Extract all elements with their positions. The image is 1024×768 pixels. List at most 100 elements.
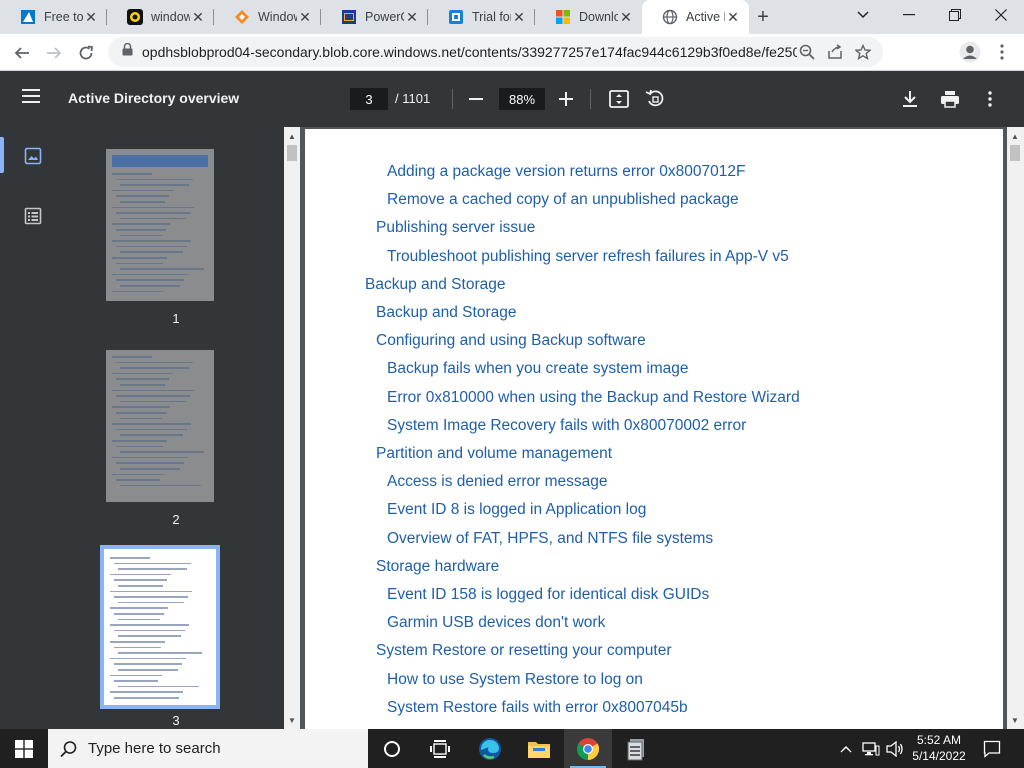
scroll-thumb[interactable] xyxy=(287,145,297,161)
thumbnail-text-line xyxy=(112,173,152,175)
zoom-in-button[interactable] xyxy=(552,88,580,110)
toc-link[interactable]: Storage hardware xyxy=(376,558,499,576)
scroll-up-arrow-icon[interactable]: ▲ xyxy=(284,129,300,143)
browser-tab[interactable]: PowerC ✕ xyxy=(321,0,428,34)
task-view-button[interactable] xyxy=(416,729,464,768)
thumbnail-text-line xyxy=(120,285,180,287)
toc-link[interactable]: Remove a cached copy of an unpublished p… xyxy=(387,191,739,209)
thumbnail-text-line xyxy=(116,445,163,448)
start-button[interactable] xyxy=(0,729,48,768)
toc-link[interactable]: Error 0x810000 when using the Backup and… xyxy=(387,389,800,407)
print-button[interactable] xyxy=(938,87,962,111)
close-tab-icon[interactable]: ✕ xyxy=(190,9,206,26)
toc-link[interactable]: Access is denied error message xyxy=(387,473,608,491)
zoom-icon[interactable] xyxy=(797,42,817,62)
share-icon[interactable] xyxy=(825,42,845,62)
zoom-level-input[interactable]: 88% xyxy=(499,88,545,110)
show-hidden-icons-button[interactable] xyxy=(836,729,856,768)
browser-tab-active[interactable]: Active D ✕ xyxy=(642,0,749,34)
app-taskbar-button[interactable] xyxy=(613,729,661,768)
thumbnail-text-line xyxy=(112,440,167,442)
toc-link[interactable]: Garmin USB devices don't work xyxy=(387,614,605,632)
close-tab-icon[interactable]: ✕ xyxy=(511,9,527,26)
network-button[interactable] xyxy=(860,729,882,768)
thumbnails-view-button[interactable] xyxy=(24,147,44,167)
bookmark-star-icon[interactable] xyxy=(853,42,873,62)
image-icon xyxy=(24,147,42,165)
close-window-button[interactable] xyxy=(978,0,1024,30)
thumbnail-text-line xyxy=(110,641,165,643)
toc-link[interactable]: System Restore or resetting your compute… xyxy=(376,642,671,660)
reload-icon xyxy=(79,45,94,60)
lock-icon[interactable] xyxy=(122,42,134,61)
thumbnail-scrollbar[interactable]: ▲ ▼ xyxy=(284,127,300,729)
toc-link[interactable]: Overview of FAT, HPFS, and NTFS file sys… xyxy=(387,530,713,548)
profile-avatar[interactable] xyxy=(956,38,984,66)
back-button[interactable] xyxy=(6,37,38,69)
hamburger-menu-icon[interactable] xyxy=(22,89,44,109)
browser-tab[interactable]: Trial for ✕ xyxy=(428,0,535,34)
toc-link[interactable]: Event ID 8 is logged in Application log xyxy=(387,501,646,519)
thumbnail-text-line xyxy=(112,189,173,192)
zoom-out-button[interactable] xyxy=(462,88,490,110)
system-clock[interactable]: 5:52 AM 5/14/2022 xyxy=(904,732,974,764)
thumbnail-text-line xyxy=(116,245,187,248)
scroll-thumb[interactable] xyxy=(1010,145,1020,161)
toc-link[interactable]: Publishing server issue xyxy=(376,219,535,237)
outline-view-button[interactable] xyxy=(24,207,44,227)
thumbnail-text-line xyxy=(118,652,202,654)
toc-link[interactable]: Partition and volume management xyxy=(376,445,612,463)
kebab-menu-icon xyxy=(1000,44,1004,60)
toc-link[interactable]: How to use System Restore to log on xyxy=(387,671,643,689)
browser-tab[interactable]: Free toc ✕ xyxy=(0,0,107,34)
toc-link[interactable]: Backup and Storage xyxy=(365,276,505,294)
restore-button[interactable] xyxy=(932,0,978,30)
chevron-up-icon xyxy=(840,745,852,752)
file-explorer-taskbar-button[interactable] xyxy=(515,729,563,768)
scroll-down-arrow-icon[interactable]: ▼ xyxy=(1007,713,1023,727)
close-tab-icon[interactable]: ✕ xyxy=(725,9,741,26)
page-number-input[interactable]: 3 xyxy=(350,88,388,110)
toc-link[interactable]: Troubleshoot publishing server refresh f… xyxy=(387,248,789,266)
close-tab-icon[interactable]: ✕ xyxy=(404,9,420,26)
fit-to-page-button[interactable] xyxy=(607,87,631,111)
close-tab-icon[interactable]: ✕ xyxy=(618,9,634,26)
rotate-icon xyxy=(645,89,664,107)
rotate-button[interactable] xyxy=(643,87,667,111)
toc-link[interactable]: Backup and Storage xyxy=(376,304,516,322)
volume-button[interactable] xyxy=(884,729,906,768)
toc-link[interactable]: Adding a package version returns error 0… xyxy=(387,163,745,181)
tab-search-icon[interactable] xyxy=(840,0,886,30)
download-button[interactable] xyxy=(898,87,922,111)
toc-link[interactable]: Event ID 158 is logged for identical dis… xyxy=(387,586,709,604)
toc-link[interactable]: System Image Recovery fails with 0x80070… xyxy=(387,417,746,435)
page-scrollbar[interactable]: ▲ ▼ xyxy=(1007,127,1024,729)
forward-button[interactable] xyxy=(38,37,70,69)
toc-link[interactable]: System Restore fails with error 0x800704… xyxy=(387,699,688,717)
thumbnail-text-line xyxy=(114,646,161,649)
minimize-button[interactable] xyxy=(886,0,932,30)
browser-tab[interactable]: Window ✕ xyxy=(214,0,321,34)
page-thumbnail-2[interactable] xyxy=(106,350,214,502)
cortana-button[interactable] xyxy=(368,729,416,768)
toc-link[interactable]: Backup fails when you create system imag… xyxy=(387,360,689,378)
new-tab-button[interactable]: + xyxy=(749,0,777,34)
close-tab-icon[interactable]: ✕ xyxy=(83,9,99,26)
search-icon xyxy=(60,740,77,757)
notification-center-button[interactable] xyxy=(978,729,1006,768)
page-thumbnail-1[interactable] xyxy=(106,149,214,301)
chrome-menu-button[interactable] xyxy=(988,38,1016,66)
browser-tab[interactable]: window ✕ xyxy=(107,0,214,34)
chrome-taskbar-button[interactable] xyxy=(564,729,612,768)
edge-taskbar-button[interactable] xyxy=(466,729,514,768)
page-thumbnail-3[interactable] xyxy=(100,545,220,709)
address-bar[interactable]: opdhsblobprod04-secondary.blob.core.wind… xyxy=(108,37,883,67)
close-tab-icon[interactable]: ✕ xyxy=(297,9,313,26)
scroll-up-arrow-icon[interactable]: ▲ xyxy=(1007,129,1023,143)
toc-link[interactable]: Configuring and using Backup software xyxy=(376,332,646,350)
pdf-more-options-button[interactable] xyxy=(978,87,1002,111)
taskbar-search-box[interactable]: Type here to search xyxy=(48,729,368,768)
browser-tab[interactable]: Downlo ✕ xyxy=(535,0,642,34)
scroll-down-arrow-icon[interactable]: ▼ xyxy=(284,713,300,727)
reload-button[interactable] xyxy=(70,37,102,69)
